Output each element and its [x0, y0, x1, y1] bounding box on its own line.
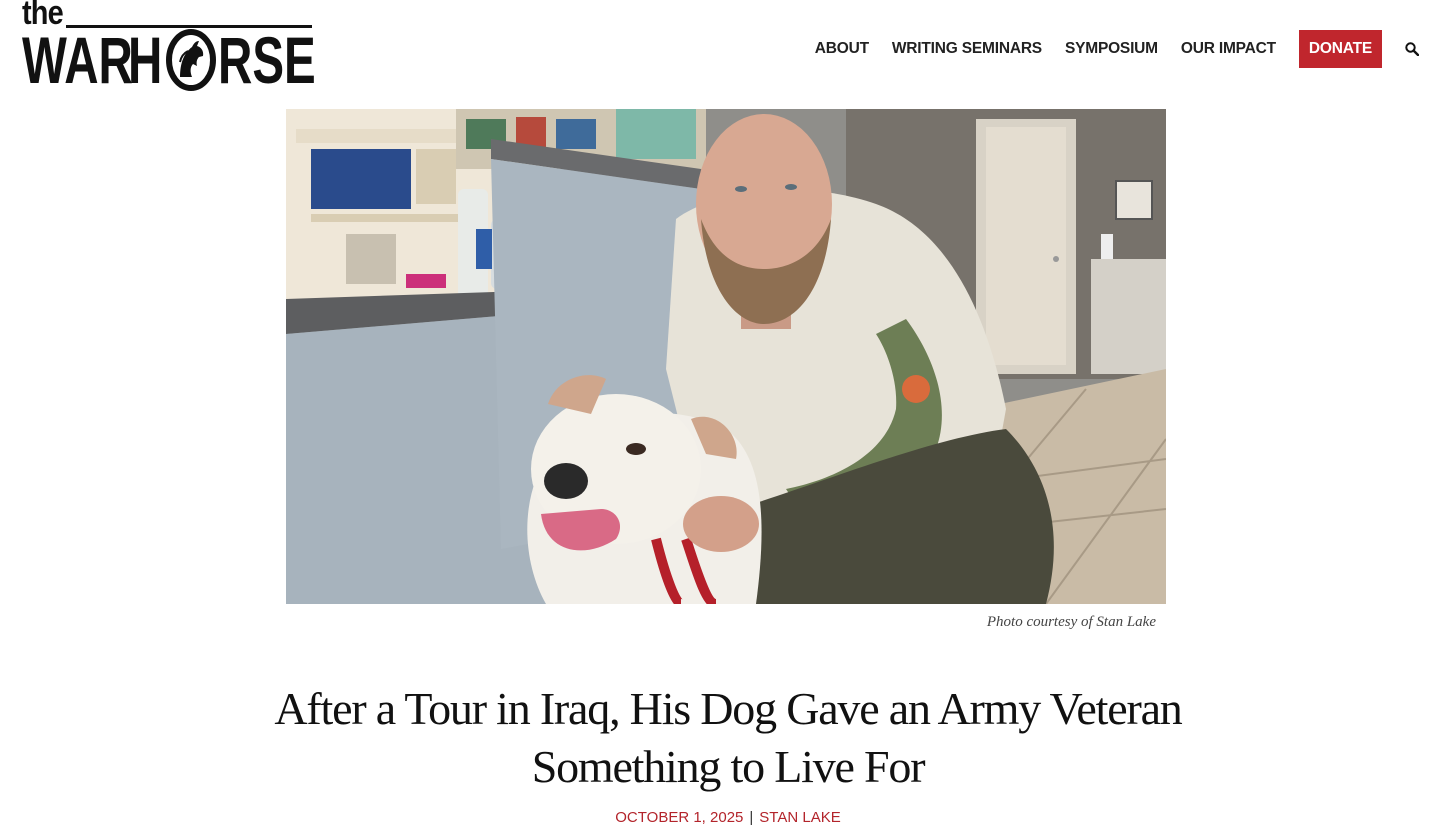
- photo-caption: Photo courtesy of Stan Lake: [986, 614, 1156, 630]
- horse-head-icon: [166, 29, 216, 91]
- main-nav: ABOUT WRITING SEMINARS SYMPOSIUM OUR IMP…: [815, 30, 1456, 68]
- search-icon[interactable]: [1404, 41, 1420, 57]
- author-link[interactable]: STAN LAKE: [759, 809, 840, 826]
- logo-wordmark: WAR H RSE: [22, 23, 316, 97]
- hero-photo-illustration: [286, 109, 1166, 604]
- donate-button[interactable]: DONATE: [1298, 30, 1382, 68]
- byline-separator: |: [749, 809, 754, 826]
- logo-h-text: H: [128, 23, 163, 97]
- nav-item-about[interactable]: ABOUT: [815, 40, 869, 58]
- nav-item-symposium[interactable]: SYMPOSIUM: [1065, 40, 1158, 58]
- hero-photo: [286, 109, 1166, 604]
- nav-item-our-impact[interactable]: OUR IMPACT: [1181, 40, 1276, 58]
- site-logo[interactable]: the WAR H RSE: [22, 0, 316, 98]
- logo-rse-text: RSE: [218, 23, 316, 97]
- article-byline: OCTOBER 1, 2025 | STAN LAKE: [0, 809, 1456, 826]
- logo-war-text: WAR: [22, 23, 133, 97]
- article-headline: After a Tour in Iraq, His Dog Gave an Ar…: [274, 683, 1182, 792]
- nav-item-writing-seminars[interactable]: WRITING SEMINARS: [892, 40, 1042, 58]
- article-date: OCTOBER 1, 2025: [615, 809, 744, 826]
